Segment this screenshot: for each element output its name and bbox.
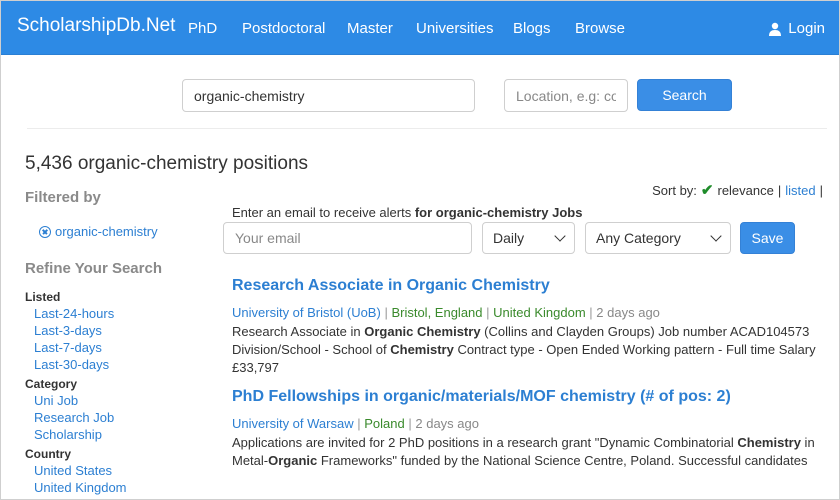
nav-item-postdoctoral[interactable]: Postdoctoral [242,20,325,37]
alert-frequency-select[interactable]: Daily [482,222,575,254]
filter-link-scholarship[interactable]: Scholarship [34,427,102,442]
job-meta: University of Bristol (UoB) | Bristol, E… [232,305,660,320]
job-title-link[interactable]: PhD Fellowships in organic/materials/MOF… [232,388,731,406]
alert-text-prefix: Enter an email to receive alerts [232,205,412,220]
nav-item-universities[interactable]: Universities [416,20,494,37]
user-icon [769,22,782,36]
active-filter-label: organic-chemistry [55,224,158,239]
chevron-down-icon [554,230,566,242]
filter-link-last-24-hours[interactable]: Last-24-hours [34,306,114,321]
group-heading-listed: Listed [25,290,61,304]
job-university-link[interactable]: University of Warsaw [232,416,354,431]
meta-separator: | [357,416,361,431]
email-alert-text: Enter an email to receive alerts for org… [232,205,582,220]
frequency-selected-value: Daily [493,230,525,246]
refine-search-heading: Refine Your Search [25,260,162,277]
login-label: Login [788,20,825,37]
filter-link-united-states[interactable]: United States [34,463,112,478]
filter-link-last-3-days[interactable]: Last-3-days [34,323,102,338]
job-age: 2 days ago [596,305,660,320]
filter-link-last-30-days[interactable]: Last-30-days [34,357,109,372]
job-meta: University of Warsaw | Poland | 2 days a… [232,416,479,431]
meta-separator: | [408,416,412,431]
sort-label: Sort by: [652,182,697,198]
active-filter-chip[interactable]: organic-chemistry [39,224,158,239]
job-description: Applications are invited for 2 PhD posit… [232,435,815,468]
filter-link-research-job[interactable]: Research Job [34,410,114,425]
brand-logo[interactable]: ScholarshipDb.Net [17,15,175,37]
alert-save-button[interactable]: Save [740,222,795,254]
nav-item-master[interactable]: Master [347,20,393,37]
nav-item-phd[interactable]: PhD [188,20,217,37]
job-description: Research Associate in Organic Chemistry … [232,324,816,375]
checkmark-icon: ✔ [700,182,714,199]
job-city-link[interactable]: Bristol, England [391,305,482,320]
results-count-title: 5,436 organic-chemistry positions [25,153,309,174]
alert-email-input[interactable] [223,222,472,254]
top-navbar: ScholarshipDb.Net PhD Postdoctoral Maste… [1,1,839,55]
sort-separator: | [777,182,782,198]
meta-separator: | [486,305,490,320]
filter-link-uni-job[interactable]: Uni Job [34,393,78,408]
job-age: 2 days ago [415,416,479,431]
sort-control: Sort by: ✔ relevance | listed | [652,181,823,199]
filtered-by-heading: Filtered by [25,189,101,206]
remove-filter-icon[interactable] [39,225,51,238]
meta-separator: | [589,305,593,320]
login-button[interactable]: Login [768,20,825,37]
alert-text-bold: for organic-chemistry Jobs [414,205,583,220]
sort-relevance[interactable]: relevance [717,183,773,198]
group-heading-country: Country [25,447,71,461]
search-button[interactable]: Search [637,79,732,111]
page-frame: ScholarshipDb.Net PhD Postdoctoral Maste… [0,0,840,500]
category-selected-value: Any Category [596,230,681,246]
job-country-link[interactable]: United Kingdom [493,305,586,320]
job-country-link[interactable]: Poland [364,416,404,431]
group-heading-category: Category [25,377,78,391]
keyword-search-input[interactable] [182,79,475,112]
nav-item-browse[interactable]: Browse [575,20,625,37]
chevron-down-icon [710,230,722,242]
job-title-link[interactable]: Research Associate in Organic Chemistry [232,277,550,295]
filter-link-united-kingdom[interactable]: United Kingdom [34,480,127,495]
alert-category-select[interactable]: Any Category [585,222,731,254]
filter-link-last-7-days[interactable]: Last-7-days [34,340,102,355]
job-university-link[interactable]: University of Bristol (UoB) [232,305,381,320]
location-input[interactable] [504,79,628,112]
nav-item-blogs[interactable]: Blogs [513,20,551,37]
meta-separator: | [384,305,388,320]
sort-listed-link[interactable]: listed [785,183,815,198]
sort-separator-end: | [819,182,823,198]
